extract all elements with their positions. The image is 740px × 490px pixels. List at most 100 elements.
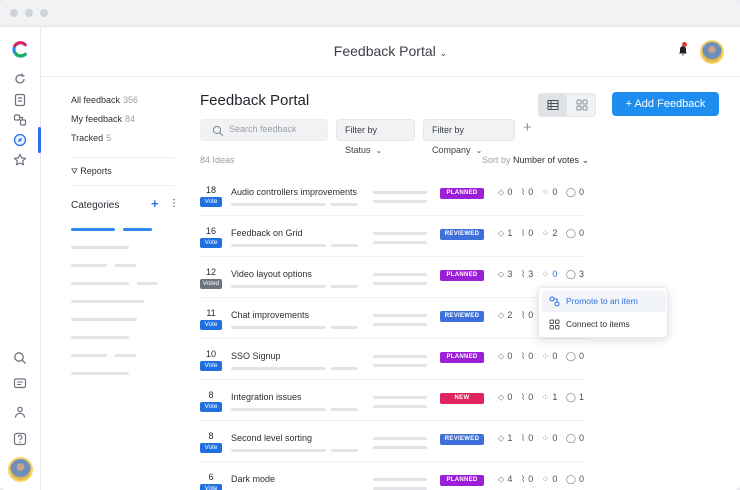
tag-count[interactable]: ⬦ 0 <box>498 392 515 403</box>
sidebar-item-tracked[interactable]: Tracked 5 <box>71 133 111 143</box>
attachment-count[interactable]: ⌇ 0 <box>521 228 536 239</box>
filter-status-dropdown[interactable]: Filter by Status ⌄ <box>336 119 415 155</box>
vote-button[interactable]: Vote <box>200 443 222 453</box>
roadmap-icon[interactable] <box>13 113 27 127</box>
table-row[interactable]: 10 Vote SSO Signup PLANNED ⬦ 0 ⌇ 0 ⁘ 0 ◯ 0 <box>200 339 585 380</box>
vote-button[interactable]: Vote <box>200 320 222 330</box>
category-item[interactable] <box>71 228 115 231</box>
linked-items-count[interactable]: ⁘ 0 <box>542 351 561 362</box>
add-filter-button[interactable]: + <box>523 119 532 136</box>
category-item[interactable] <box>71 300 144 303</box>
window-close-dot[interactable] <box>10 9 18 17</box>
table-row[interactable]: 12 Voted Video layout options PLANNED ⬦ 3… <box>200 257 585 298</box>
vote-button[interactable]: Vote <box>200 484 222 490</box>
tag-count[interactable]: ⬦ 0 <box>498 187 515 198</box>
status-badge[interactable]: REVIEWED <box>440 311 484 322</box>
sidebar-item-all-feedback[interactable]: All feedback 356 <box>71 95 138 105</box>
tag-count[interactable]: ⬦ 2 <box>498 310 515 321</box>
attachment-count[interactable]: ⌇ 0 <box>521 187 536 198</box>
window-maximize-dot[interactable] <box>40 9 48 17</box>
comment-count[interactable]: ◯ 1 <box>566 392 587 403</box>
status-badge[interactable]: PLANNED <box>440 475 484 486</box>
category-item[interactable] <box>115 354 136 357</box>
refresh-icon[interactable] <box>13 72 27 86</box>
idea-title[interactable]: Dark mode <box>231 474 275 484</box>
app-logo-icon[interactable] <box>11 40 30 59</box>
promote-to-item-option[interactable]: Promote to an item <box>542 291 666 312</box>
table-row[interactable]: 6 Vote Dark mode PLANNED ⬦ 4 ⌇ 0 ⁘ 0 ◯ 0 <box>200 462 585 490</box>
tag-count[interactable]: ⬦ 3 <box>498 269 515 280</box>
category-item[interactable] <box>71 246 129 249</box>
sidebar-item-my-feedback[interactable]: My feedback 84 <box>71 114 135 124</box>
comment-count[interactable]: ◯ 0 <box>566 228 587 239</box>
idea-title[interactable]: SSO Signup <box>231 351 281 361</box>
connect-to-items-option[interactable]: Connect to items <box>542 314 666 335</box>
category-item[interactable] <box>71 264 107 267</box>
category-item[interactable] <box>71 282 129 285</box>
add-feedback-button[interactable]: + Add Feedback <box>612 92 719 116</box>
tag-count[interactable]: ⬦ 4 <box>498 474 515 485</box>
linked-items-count[interactable]: ⁘ 0 <box>542 187 561 198</box>
comment-count[interactable]: ◯ 0 <box>566 187 587 198</box>
add-category-button[interactable]: + <box>151 196 159 211</box>
linked-items-count[interactable]: ⁘ 1 <box>542 392 561 403</box>
vote-button[interactable]: Vote <box>200 402 222 412</box>
tag-count[interactable]: ⬦ 1 <box>498 228 515 239</box>
idea-title[interactable]: Audio controllers improvements <box>231 187 357 197</box>
category-item[interactable] <box>71 372 129 375</box>
status-badge[interactable]: NEW <box>440 393 484 404</box>
sidebar-item-reports[interactable]: ⛛ Reports <box>71 166 112 177</box>
status-badge[interactable]: PLANNED <box>440 188 484 199</box>
compass-icon[interactable] <box>13 133 27 147</box>
table-row[interactable]: 18 Vote Audio controllers improvements P… <box>200 175 585 216</box>
portal-switcher[interactable]: Feedback Portal ⌄ <box>41 43 740 59</box>
vote-button[interactable]: Vote <box>200 197 222 207</box>
feedback-icon[interactable] <box>13 377 27 391</box>
category-item[interactable] <box>123 228 152 231</box>
attachment-count[interactable]: ⌇ 0 <box>521 351 536 362</box>
category-item[interactable] <box>71 354 107 357</box>
sort-control[interactable]: Sort by Number of votes ⌄ <box>482 155 589 166</box>
comment-count[interactable]: ◯ 0 <box>566 474 587 485</box>
table-row[interactable]: 11 Vote Chat improvements REVIEWED ⬦ 2 ⌇ 0 <box>200 298 585 339</box>
attachment-count[interactable]: ⌇ 0 <box>521 474 536 485</box>
tag-count[interactable]: ⬦ 1 <box>498 433 515 444</box>
attachment-count[interactable]: ⌇ 3 <box>521 269 536 280</box>
category-item[interactable] <box>115 264 136 267</box>
list-view-button[interactable] <box>539 94 567 116</box>
category-item[interactable] <box>71 336 129 339</box>
idea-title[interactable]: Feedback on Grid <box>231 228 303 238</box>
vote-button[interactable]: Vote <box>200 238 222 248</box>
status-badge[interactable]: PLANNED <box>440 270 484 281</box>
tag-count[interactable]: ⬦ 0 <box>498 351 515 362</box>
idea-title[interactable]: Second level sorting <box>231 433 312 443</box>
comment-count[interactable]: ◯ 0 <box>566 433 587 444</box>
vote-button[interactable]: Voted <box>200 279 222 289</box>
avatar[interactable] <box>8 457 33 482</box>
status-badge[interactable]: REVIEWED <box>440 229 484 240</box>
document-icon[interactable] <box>13 93 27 107</box>
star-icon[interactable] <box>13 153 27 167</box>
more-options-icon[interactable]: ⋮ <box>169 198 179 209</box>
vote-button[interactable]: Vote <box>200 361 222 371</box>
status-badge[interactable]: REVIEWED <box>440 434 484 445</box>
help-icon[interactable] <box>13 432 27 446</box>
integrations-icon[interactable] <box>13 405 27 419</box>
attachment-count[interactable]: ⌇ 0 <box>521 310 536 321</box>
attachment-count[interactable]: ⌇ 0 <box>521 433 536 444</box>
filter-company-dropdown[interactable]: Filter by Company ⌄ <box>423 119 515 155</box>
category-item[interactable] <box>137 282 158 285</box>
window-minimize-dot[interactable] <box>25 9 33 17</box>
linked-items-count[interactable]: ⁘ 2 <box>542 228 561 239</box>
table-row[interactable]: 8 Vote Second level sorting REVIEWED ⬦ 1 … <box>200 421 585 462</box>
search-icon[interactable] <box>13 351 27 365</box>
grid-view-button[interactable] <box>568 94 596 116</box>
attachment-count[interactable]: ⌇ 0 <box>521 392 536 403</box>
linked-items-count[interactable]: ⁘ 0 <box>542 433 561 444</box>
comment-count[interactable]: ◯ 0 <box>566 351 587 362</box>
table-row[interactable]: 8 Vote Integration issues NEW ⬦ 0 ⌇ 0 ⁘ 1 ◯… <box>200 380 585 421</box>
idea-title[interactable]: Video layout options <box>231 269 312 279</box>
comment-count[interactable]: ◯ 3 <box>566 269 587 280</box>
search-input[interactable] <box>229 124 324 134</box>
table-row[interactable]: 16 Vote Feedback on Grid REVIEWED ⬦ 1 ⌇ 0 … <box>200 216 585 257</box>
